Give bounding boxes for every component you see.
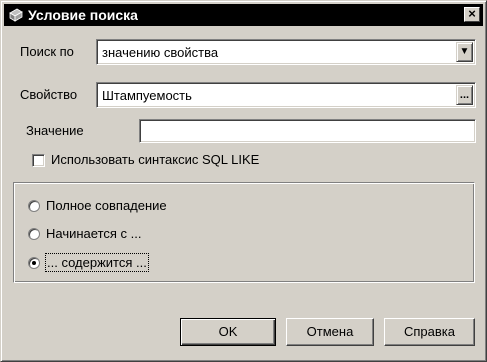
dialog-title: Условие поиска xyxy=(28,7,138,23)
dropdown-button[interactable]: ▼ xyxy=(456,42,473,62)
help-button[interactable]: Справка xyxy=(384,318,475,346)
ellipsis-icon: ... xyxy=(459,89,470,101)
sql-like-label[interactable]: Использовать синтаксис SQL LIKE xyxy=(51,152,259,167)
sql-like-checkbox[interactable] xyxy=(32,154,45,167)
search-condition-dialog: Условие поиска × Поиск по значению свойс… xyxy=(0,0,487,362)
title-bar[interactable]: Условие поиска × xyxy=(4,4,483,26)
radio-starts-with-label[interactable]: Начинается с ... xyxy=(46,226,141,241)
value-label: Значение xyxy=(26,123,84,138)
property-browse-button[interactable]: ... xyxy=(456,85,473,105)
close-icon: × xyxy=(468,6,476,21)
cancel-button[interactable]: Отмена xyxy=(286,318,374,346)
ok-button[interactable]: OK xyxy=(180,318,276,346)
property-label: Свойство xyxy=(20,87,78,102)
property-field[interactable]: Штампуемость ... xyxy=(96,82,476,108)
radio-selected-dot xyxy=(32,261,36,265)
radio-starts-with[interactable] xyxy=(28,228,40,240)
radio-contains-label[interactable]: ... содержится ... xyxy=(45,253,149,272)
search-by-label: Поиск по xyxy=(20,44,74,59)
property-value: Штампуемость xyxy=(102,88,192,103)
chevron-down-icon: ▼ xyxy=(459,46,470,57)
close-button[interactable]: × xyxy=(464,7,480,22)
radio-contains[interactable] xyxy=(28,257,40,269)
radio-exact-match-label[interactable]: Полное совпадение xyxy=(46,198,167,213)
search-by-select[interactable]: значению свойства ▼ xyxy=(96,39,476,65)
radio-exact-match[interactable] xyxy=(28,200,40,212)
search-by-value: значению свойства xyxy=(102,45,219,60)
value-input[interactable] xyxy=(139,119,476,143)
dialog-icon xyxy=(9,8,23,22)
